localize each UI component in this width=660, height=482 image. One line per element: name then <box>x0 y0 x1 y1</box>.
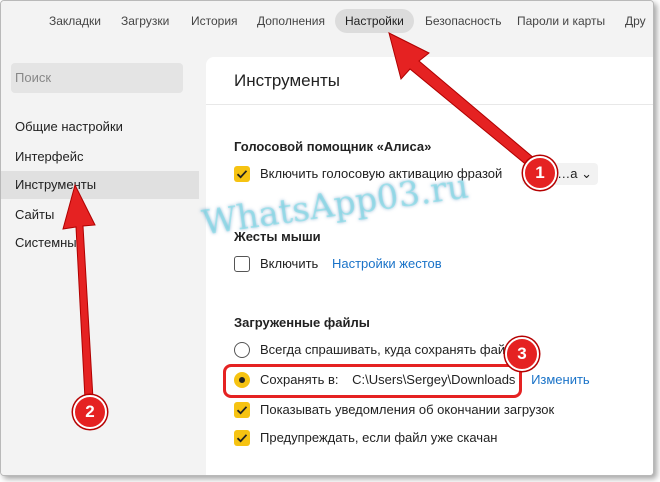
arrow-1 <box>388 32 536 168</box>
step-badge-1: 1 <box>523 156 557 190</box>
arrow-2 <box>62 183 96 400</box>
step-badge-2: 2 <box>73 395 107 429</box>
step-badge-3: 3 <box>505 337 539 371</box>
browser-settings-window: Закладки Загрузки История Дополнения Нас… <box>0 0 654 476</box>
